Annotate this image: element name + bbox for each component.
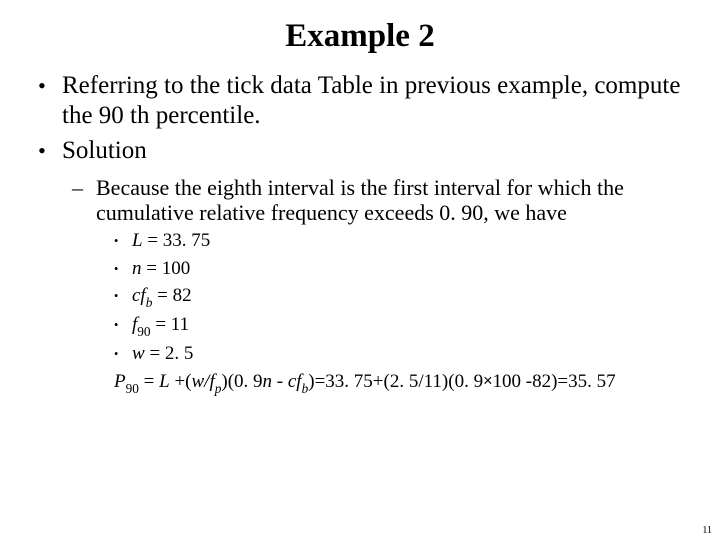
bullet-text: Referring to the tick data Table in prev…	[62, 71, 690, 130]
val: 100 -82)=35. 57	[493, 371, 616, 392]
bullet-item: • cfb = 82	[114, 284, 694, 310]
bullet-list-level3: • L = 33. 75 • n = 100 • cfb = 82 • f90 …	[114, 229, 694, 396]
bullet-item: • f90 = 11	[114, 313, 694, 339]
dash-icon: –	[72, 175, 96, 201]
page-number: 11	[702, 525, 712, 536]
equation-text: f90 = 11	[132, 313, 694, 339]
formula-line: P90 = L +(w/fp)(0. 9n - cfb)=33. 75+(2. …	[114, 370, 694, 396]
op: -	[272, 371, 288, 392]
val: = 11	[151, 314, 190, 335]
bullet-text: Solution	[62, 136, 690, 166]
bullet-item: • Referring to the tick data Table in pr…	[38, 71, 690, 130]
subscript: b	[146, 295, 153, 310]
op: +(	[170, 371, 192, 392]
val: = 100	[142, 258, 191, 279]
var: w/f	[192, 371, 215, 392]
var: cf	[288, 371, 302, 392]
bullet-item: • n = 100	[114, 257, 694, 281]
var: n	[263, 371, 273, 392]
subscript: b	[302, 381, 309, 396]
val: = 82	[152, 285, 191, 306]
equation-text: w = 2. 5	[132, 342, 694, 365]
bullet-item: • w = 2. 5	[114, 342, 694, 366]
bullet-icon: •	[38, 136, 62, 167]
bullet-icon: •	[114, 342, 132, 366]
equation-text: L = 33. 75	[132, 229, 694, 252]
val: = 33. 75	[143, 230, 211, 251]
bullet-icon: •	[114, 257, 132, 281]
bullet-item: • Solution	[38, 136, 690, 167]
equation-text: cfb = 82	[132, 284, 694, 310]
bullet-icon: •	[114, 229, 132, 253]
slide-title: Example 2	[0, 0, 720, 65]
var: L	[159, 371, 170, 392]
subscript: 90	[126, 381, 139, 396]
val: )=33. 75+(2. 5/11)(0. 9	[308, 371, 483, 392]
op: =	[139, 371, 159, 392]
var: w	[132, 343, 145, 364]
bullet-list-level1: • Referring to the tick data Table in pr…	[38, 71, 690, 167]
bullet-item: – Because the eighth interval is the fir…	[72, 175, 690, 227]
multiply-icon: ×	[483, 372, 492, 390]
bullet-item: • L = 33. 75	[114, 229, 694, 253]
var: P	[114, 371, 126, 392]
subscript: 90	[137, 324, 150, 339]
var: L	[132, 230, 143, 251]
op: )(0. 9	[221, 371, 262, 392]
slide: Example 2 • Referring to the tick data T…	[0, 0, 720, 540]
val: = 2. 5	[145, 343, 194, 364]
equation-text: n = 100	[132, 257, 694, 280]
var: n	[132, 258, 142, 279]
subscript: p	[215, 381, 222, 396]
bullet-text: Because the eighth interval is the first…	[96, 175, 690, 227]
bullet-list-level2: – Because the eighth interval is the fir…	[72, 175, 690, 227]
bullet-icon: •	[114, 313, 132, 337]
bullet-icon: •	[114, 284, 132, 308]
var: cf	[132, 285, 146, 306]
bullet-icon: •	[38, 71, 62, 102]
